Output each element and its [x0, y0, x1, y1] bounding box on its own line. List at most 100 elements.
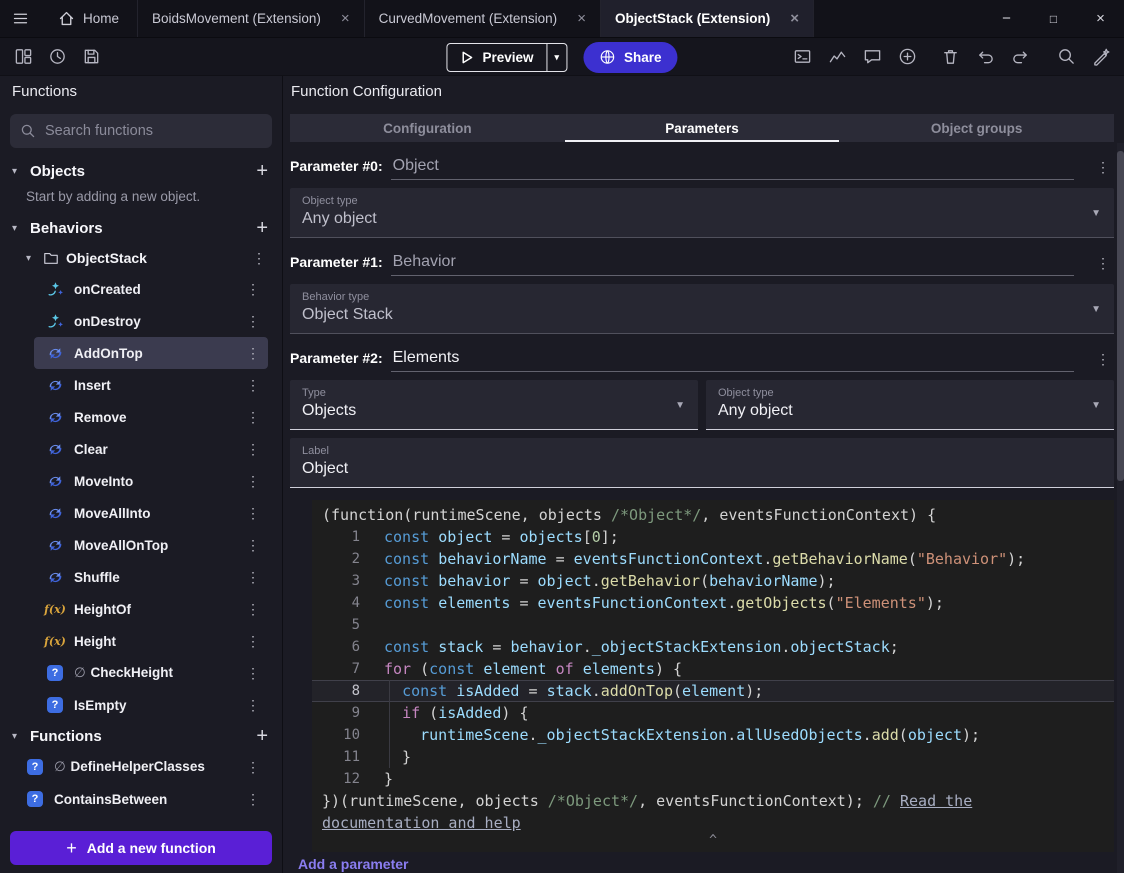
documentation-link[interactable]: Read the — [900, 792, 972, 810]
minimize-button[interactable]: − — [983, 0, 1030, 37]
tab-objectstack[interactable]: ObjectStack (Extension) × — [600, 0, 815, 37]
close-tab-icon[interactable]: × — [790, 10, 799, 27]
item-menu-icon[interactable]: ⋮ — [246, 569, 268, 586]
vertical-scrollbar[interactable] — [1117, 143, 1124, 873]
editor-collapse-handle[interactable]: ^ — [312, 834, 1114, 852]
sidebar-function-item[interactable]: MoveInto ⋮ — [34, 465, 268, 497]
sidebar-function-item[interactable]: ? ∅ CheckHeight ⋮ — [34, 657, 268, 689]
magic-pen-icon[interactable] — [1088, 44, 1114, 70]
add-object-icon[interactable]: + — [256, 161, 268, 181]
add-event-icon[interactable] — [894, 44, 920, 70]
preview-button[interactable]: Preview ▾ — [446, 42, 568, 72]
tab-configuration[interactable]: Configuration — [290, 114, 565, 142]
item-menu-icon[interactable]: ⋮ — [246, 759, 268, 776]
tab-curvedmovement[interactable]: CurvedMovement (Extension) × — [365, 0, 601, 37]
object-type-select[interactable]: Object type Any object ▼ — [290, 188, 1114, 238]
add-behavior-icon[interactable]: + — [256, 218, 268, 238]
code-line[interactable]: 4 const elements = eventsFunctionContext.… — [312, 592, 1114, 614]
sidebar-function-item[interactable]: AddOnTop ⋮ — [34, 337, 268, 369]
item-menu-icon[interactable]: ⋮ — [246, 665, 268, 682]
code-line[interactable]: 11 } — [312, 746, 1114, 768]
add-free-function-icon[interactable]: + — [256, 726, 268, 746]
search-functions-input[interactable] — [45, 123, 262, 139]
section-objects[interactable]: ▾ Objects + — [0, 156, 282, 186]
share-button[interactable]: Share — [583, 41, 678, 73]
item-menu-icon[interactable]: ⋮ — [246, 313, 268, 330]
tab-boidsmovement[interactable]: BoidsMovement (Extension) × — [138, 0, 365, 37]
code-line[interactable]: 10 runtimeScene._objectStackExtension.al… — [312, 724, 1114, 746]
code-line[interactable]: 7 for (const element of elements) { — [312, 658, 1114, 680]
tab-home[interactable]: Home — [40, 0, 139, 37]
delete-icon[interactable] — [937, 44, 963, 70]
sidebar-function-item[interactable]: Clear ⋮ — [34, 433, 268, 465]
search-functions-box[interactable] — [10, 114, 272, 148]
search-icon[interactable] — [1053, 44, 1079, 70]
menu-icon[interactable] — [0, 0, 40, 37]
label-text-field[interactable]: Label Object — [290, 438, 1114, 488]
maximize-button[interactable]: □ — [1030, 0, 1077, 37]
item-menu-icon[interactable]: ⋮ — [246, 633, 268, 650]
close-tab-icon[interactable]: × — [341, 10, 350, 27]
add-parameter-button[interactable]: Add a parameter — [298, 856, 1114, 872]
item-menu-icon[interactable]: ⋮ — [246, 281, 268, 298]
code-line[interactable]: 12} — [312, 768, 1114, 790]
sidebar-function-item[interactable]: MoveAllOnTop ⋮ — [34, 529, 268, 561]
item-menu-icon[interactable]: ⋮ — [246, 473, 268, 490]
javascript-code-editor[interactable]: (function(runtimeScene, objects /*Object… — [312, 500, 1114, 852]
sidebar-function-item[interactable]: ? ∅ DefineHelperClasses ⋮ — [14, 751, 268, 783]
sidebar-function-item[interactable]: Remove ⋮ — [34, 401, 268, 433]
add-new-function-button[interactable]: + Add a new function — [10, 831, 272, 865]
item-menu-icon[interactable]: ⋮ — [246, 505, 268, 522]
parameter-name-input[interactable]: Behavior — [390, 253, 1074, 276]
object-type-select[interactable]: Object type Any object ▼ — [706, 380, 1114, 430]
add-comment-icon[interactable] — [859, 44, 885, 70]
sidebar-function-item[interactable]: onDestroy ⋮ — [34, 305, 268, 337]
section-behaviors[interactable]: ▾ Behaviors + — [0, 213, 282, 243]
item-menu-icon[interactable]: ⋮ — [246, 537, 268, 554]
redo-icon[interactable] — [1007, 44, 1033, 70]
close-window-button[interactable]: × — [1077, 0, 1124, 37]
code-line[interactable]: 8 const isAdded = stack.addOnTop(element… — [312, 680, 1114, 702]
code-line[interactable]: 3 const behavior = object.getBehavior(beh… — [312, 570, 1114, 592]
parameter-menu-icon[interactable]: ⋮ — [1092, 351, 1114, 372]
item-menu-icon[interactable]: ⋮ — [246, 377, 268, 394]
parameter-menu-icon[interactable]: ⋮ — [1092, 159, 1114, 180]
item-menu-icon[interactable]: ⋮ — [246, 791, 268, 808]
behavior-type-select[interactable]: Behavior type Object Stack ▼ — [290, 284, 1114, 334]
history-icon[interactable] — [44, 44, 70, 70]
code-line[interactable]: 2 const behaviorName = eventsFunctionCont… — [312, 548, 1114, 570]
item-menu-icon[interactable]: ⋮ — [246, 345, 268, 362]
tab-object-groups[interactable]: Object groups — [839, 114, 1114, 142]
panels-layout-icon[interactable] — [10, 44, 36, 70]
profiler-icon[interactable] — [824, 44, 850, 70]
sidebar-function-item[interactable]: Insert ⋮ — [34, 369, 268, 401]
tab-parameters[interactable]: Parameters — [564, 114, 840, 142]
item-menu-icon[interactable]: ⋮ — [246, 409, 268, 426]
save-icon[interactable] — [78, 44, 104, 70]
section-functions[interactable]: ▾ Functions + — [0, 721, 282, 751]
code-line[interactable]: 9 if (isAdded) { — [312, 702, 1114, 724]
code-line[interactable]: 6 const stack = behavior._objectStackExte… — [312, 636, 1114, 658]
item-menu-icon[interactable]: ⋮ — [246, 697, 268, 714]
behavior-objectstack-row[interactable]: ▾ ObjectStack ⋮ — [0, 243, 282, 273]
documentation-link[interactable]: documentation and help — [322, 814, 521, 832]
parameter-menu-icon[interactable]: ⋮ — [1092, 255, 1114, 276]
item-menu-icon[interactable]: ⋮ — [246, 601, 268, 618]
scrollbar-thumb[interactable] — [1117, 151, 1124, 481]
sidebar-function-item[interactable]: f(x) HeightOf ⋮ — [34, 593, 268, 625]
code-line[interactable]: 1 const object = objects[0]; — [312, 526, 1114, 548]
code-line[interactable]: 5 — [312, 614, 1114, 636]
undo-icon[interactable] — [972, 44, 998, 70]
parameter-name-input[interactable]: Elements — [390, 349, 1074, 372]
sidebar-function-item[interactable]: MoveAllInto ⋮ — [34, 497, 268, 529]
debugger-icon[interactable] — [789, 44, 815, 70]
close-tab-icon[interactable]: × — [577, 10, 586, 27]
sidebar-function-item[interactable]: Shuffle ⋮ — [34, 561, 268, 593]
sidebar-function-item[interactable]: onCreated ⋮ — [34, 273, 268, 305]
item-menu-icon[interactable]: ⋮ — [252, 250, 282, 267]
item-menu-icon[interactable]: ⋮ — [246, 441, 268, 458]
sidebar-function-item[interactable]: ? IsEmpty ⋮ — [34, 689, 268, 721]
parameter-name-input[interactable]: Object — [390, 157, 1074, 180]
preview-dropdown-icon[interactable]: ▾ — [546, 43, 566, 71]
sidebar-function-item[interactable]: ? ContainsBetween ⋮ — [14, 783, 268, 815]
